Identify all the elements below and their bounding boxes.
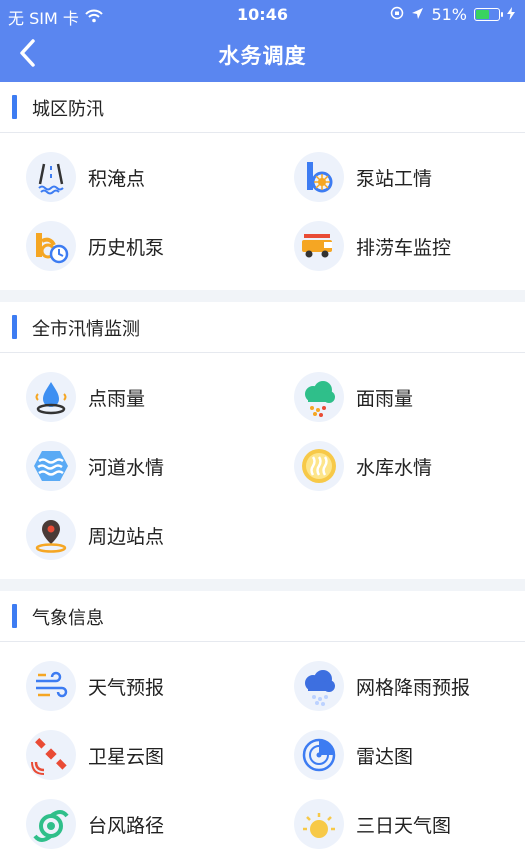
menu-item-label: 水库水情 (356, 457, 433, 479)
section-title: 气象信息 (32, 608, 104, 629)
wind-icon (26, 661, 76, 711)
menu-item-label: 台风路径 (88, 815, 165, 837)
section-accent-bar (12, 315, 17, 339)
river-wave-icon (26, 441, 76, 491)
section-accent-bar (12, 604, 17, 628)
section-header-city-flood: 城区防汛 (0, 82, 525, 133)
app-header: 无 SIM 卡 10:46 51% 水务调度 (0, 0, 525, 82)
menu-item-pump-station-status[interactable]: 泵站工情 (294, 147, 525, 207)
section-accent-bar (12, 95, 17, 119)
menu-item-grid-rainfall-forecast[interactable]: 网格降雨预报 (294, 656, 525, 716)
sun-icon (294, 799, 344, 849)
menu-item-satellite-cloud-map[interactable]: 卫星云图 (26, 725, 266, 785)
orientation-lock-icon (390, 5, 404, 24)
menu-item-label: 泵站工情 (356, 168, 433, 190)
menu-item-weather-forecast[interactable]: 天气预报 (26, 656, 266, 716)
menu-item-label: 面雨量 (356, 388, 414, 410)
menu-item-river-water-level[interactable]: 河道水情 (26, 436, 266, 496)
radar-icon (294, 730, 344, 780)
menu-item-label: 三日天气图 (356, 815, 452, 837)
drainage-truck-icon (294, 221, 344, 271)
location-arrow-icon (411, 5, 424, 24)
road-flood-icon (26, 152, 76, 202)
menu-item-reservoir-water-level[interactable]: 水库水情 (294, 436, 525, 496)
section-divider (0, 290, 525, 302)
section-header-citywide-flood-monitoring: 全市汛情监测 (0, 302, 525, 353)
menu-item-label: 历史机泵 (88, 237, 165, 259)
menu-item-label: 点雨量 (88, 388, 146, 410)
menu-item-label: 积淹点 (88, 168, 146, 190)
menu-item-typhoon-path[interactable]: 台风路径 (26, 794, 266, 854)
section-title: 全市汛情监测 (32, 319, 140, 340)
rain-cloud-icon (294, 372, 344, 422)
history-pump-icon (26, 221, 76, 271)
section-title: 城区防汛 (32, 99, 104, 120)
pump-station-icon (294, 152, 344, 202)
menu-item-label: 网格降雨预报 (356, 677, 471, 699)
menu-item-label: 周边站点 (88, 526, 165, 548)
menu-item-history-pump[interactable]: 历史机泵 (26, 216, 266, 276)
menu-item-waterlogging-points[interactable]: 积淹点 (26, 147, 266, 207)
satellite-icon (26, 730, 76, 780)
status-bar: 无 SIM 卡 10:46 51% (0, 0, 525, 28)
menu-item-label: 河道水情 (88, 457, 165, 479)
section-header-weather-info: 气象信息 (0, 591, 525, 642)
water-drop-icon (26, 372, 76, 422)
menu-item-nearby-stations[interactable]: 周边站点 (26, 505, 266, 565)
menu-item-label: 雷达图 (356, 746, 414, 768)
menu-item-area-rainfall[interactable]: 面雨量 (294, 367, 525, 427)
menu-item-label: 天气预报 (88, 677, 165, 699)
section-divider (0, 579, 525, 591)
page-title: 水务调度 (218, 44, 307, 68)
menu-item-label: 排涝车监控 (356, 237, 452, 259)
charging-icon (507, 5, 515, 24)
menu-item-drainage-truck[interactable]: 排涝车监控 (294, 216, 525, 276)
location-pin-icon (26, 510, 76, 560)
battery-percent: 51% (431, 5, 467, 24)
typhoon-icon (26, 799, 76, 849)
menu-item-point-rainfall[interactable]: 点雨量 (26, 367, 266, 427)
reservoir-icon (294, 441, 344, 491)
grid-rain-icon (294, 661, 344, 711)
menu-item-three-day-weather-map[interactable]: 三日天气图 (294, 794, 525, 854)
menu-item-radar-map[interactable]: 雷达图 (294, 725, 525, 785)
battery-icon (474, 8, 503, 21)
menu-item-label: 卫星云图 (88, 746, 165, 768)
nav-bar: 水务调度 (0, 28, 525, 82)
